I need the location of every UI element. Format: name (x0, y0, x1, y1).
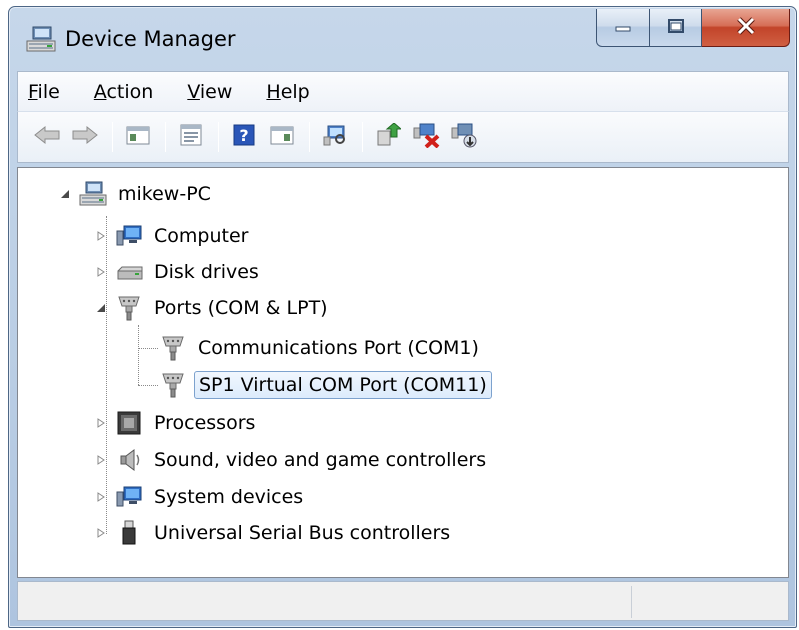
usb-icon (114, 519, 144, 547)
expand-arrow-icon[interactable] (94, 229, 108, 243)
menu-bar: File Action View Help (17, 71, 789, 111)
show-hide-console-tree-icon (125, 124, 151, 150)
help-button[interactable]: ? (229, 122, 259, 152)
minimize-button[interactable] (596, 9, 650, 47)
menu-file-mnemonic: F (28, 80, 38, 103)
tree-item-system-devices[interactable]: System devices (94, 481, 307, 513)
status-bar (17, 581, 789, 621)
port-icon (114, 294, 144, 322)
computer-icon (114, 222, 144, 250)
port-icon (158, 371, 188, 399)
menu-help[interactable]: Help (264, 79, 311, 105)
uninstall-icon (412, 122, 440, 152)
caption-buttons (596, 9, 790, 47)
menu-help-label: elp (280, 80, 310, 103)
expand-arrow-icon[interactable] (94, 416, 108, 430)
status-panel-secondary (632, 586, 782, 618)
tree-connector (138, 348, 158, 349)
device-manager-icon (25, 25, 57, 55)
expand-arrow-icon[interactable] (94, 265, 108, 279)
back-icon (33, 124, 61, 150)
system-devices-icon (114, 483, 144, 511)
update-driver-icon (375, 122, 403, 151)
expand-arrow-icon[interactable] (94, 453, 108, 467)
device-manager-window: Device Manager File Action View Help ? m… (8, 6, 797, 628)
tree-item-processors[interactable]: Processors (94, 407, 259, 439)
tree-item-disk-drives[interactable]: Disk drives (94, 256, 263, 288)
toolbar-separator (218, 122, 219, 152)
tree-item-label: Universal Serial Bus controllers (154, 522, 451, 544)
show-hide-action-pane-icon (269, 124, 295, 150)
menu-view-label: iew (199, 80, 233, 103)
toolbar-separator (165, 122, 166, 152)
expand-arrow-icon[interactable] (94, 526, 108, 540)
forward-button[interactable] (70, 122, 100, 152)
title-bar[interactable]: Device Manager (9, 7, 796, 69)
svg-text:?: ? (239, 126, 248, 145)
menu-action-mnemonic: A (93, 80, 107, 103)
maximize-button[interactable] (650, 9, 702, 47)
computer-icon (78, 180, 108, 208)
tree-item-label: System devices (154, 486, 304, 508)
menu-file-label: ile (37, 80, 60, 103)
tree-item-communications-port[interactable]: Communications Port (COM1) (158, 332, 483, 364)
menu-help-mnemonic: H (266, 80, 281, 103)
forward-icon (71, 124, 99, 150)
tree-item-usb-controllers[interactable]: Universal Serial Bus controllers (94, 517, 454, 549)
device-tree[interactable]: mikew-PC Computer Disk drives Ports (COM… (17, 167, 789, 578)
expand-arrow-icon[interactable] (94, 490, 108, 504)
tree-item-sp1-virtual-com-port[interactable]: SP1 Virtual COM Port (COM11) (158, 369, 492, 401)
tree-item-label: Processors (154, 412, 256, 434)
uninstall-button[interactable] (411, 122, 441, 152)
toolbar-separator (362, 122, 363, 152)
tree-item-label: Disk drives (154, 261, 259, 283)
tree-item-label: SP1 Virtual COM Port (COM11) (194, 371, 492, 399)
menu-file[interactable]: File (26, 79, 62, 105)
tree-connector (138, 325, 139, 385)
processor-icon (114, 409, 144, 437)
show-hide-action-pane-button[interactable] (267, 122, 297, 152)
help-icon: ? (232, 123, 256, 151)
toolbar-separator (112, 122, 113, 152)
tree-item-label: Computer (154, 225, 249, 247)
tree-item-label: Communications Port (COM1) (198, 337, 479, 359)
scan-hardware-button[interactable] (320, 122, 350, 152)
toolbar: ? (17, 111, 789, 163)
update-driver-button[interactable] (373, 122, 403, 152)
minimize-icon (613, 18, 633, 37)
menu-view[interactable]: View (185, 79, 234, 105)
tree-item-label: Ports (COM & LPT) (154, 297, 328, 319)
maximize-icon (666, 18, 686, 38)
disable-device-button[interactable] (449, 122, 479, 152)
tree-item-label: Sound, video and game controllers (154, 449, 487, 471)
window-title: Device Manager (65, 27, 236, 51)
tree-item-computer[interactable]: Computer (94, 220, 252, 252)
menu-action[interactable]: Action (92, 79, 156, 105)
toolbar-separator (309, 122, 310, 152)
show-hide-console-tree-button[interactable] (123, 122, 153, 152)
collapse-arrow-icon[interactable] (58, 187, 72, 201)
collapse-arrow-icon[interactable] (94, 301, 108, 315)
disk-drive-icon (114, 258, 144, 286)
menu-view-mnemonic: V (187, 80, 200, 103)
status-panel-main (22, 586, 632, 618)
back-button[interactable] (32, 122, 62, 152)
tree-root-label: mikew-PC (118, 183, 211, 205)
scan-hardware-icon (322, 123, 348, 151)
tree-item-sound-video-game[interactable]: Sound, video and game controllers (94, 444, 490, 476)
speaker-icon (114, 446, 144, 474)
tree-item-ports[interactable]: Ports (COM & LPT) (94, 292, 332, 324)
menu-action-label: ction (106, 80, 154, 103)
tree-root[interactable]: mikew-PC (58, 178, 215, 210)
close-button[interactable] (702, 9, 790, 47)
tree-connector (138, 385, 158, 386)
port-icon (158, 334, 188, 362)
properties-icon (178, 123, 204, 151)
properties-button[interactable] (176, 122, 206, 152)
disable-device-icon (450, 122, 478, 152)
close-icon (735, 16, 757, 39)
